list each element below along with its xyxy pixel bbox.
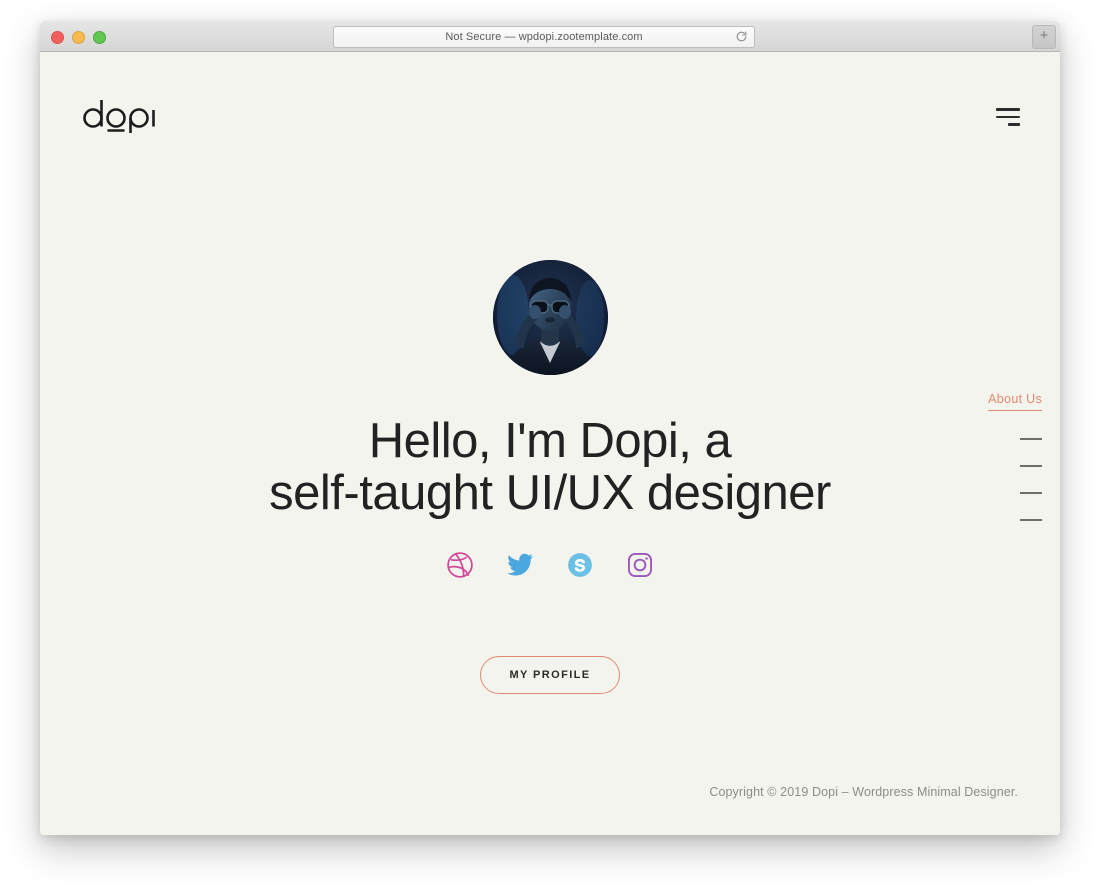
hero-section: Hello, I'm Dopi, a self-taught UI/UX des… <box>40 52 1060 835</box>
window-controls <box>51 31 106 44</box>
reload-icon[interactable] <box>735 30 748 43</box>
section-nav-dash[interactable] <box>1020 492 1042 494</box>
browser-titlebar: Not Secure — wpdopi.zootemplate.com + <box>40 21 1060 52</box>
minimize-window-button[interactable] <box>72 31 85 44</box>
browser-window: Not Secure — wpdopi.zootemplate.com + He… <box>40 21 1060 835</box>
cta-wrapper: MY PROFILE <box>40 656 1060 694</box>
section-nav-dash[interactable] <box>1020 519 1042 521</box>
section-nav-dash[interactable] <box>1020 438 1042 440</box>
social-link-instagram[interactable] <box>623 548 657 582</box>
social-link-skype[interactable] <box>563 548 597 582</box>
address-bar[interactable]: Not Secure — wpdopi.zootemplate.com <box>333 26 755 48</box>
avatar <box>493 260 608 375</box>
section-nav-active-label[interactable]: About Us <box>988 392 1042 411</box>
address-bar-text: Not Secure — wpdopi.zootemplate.com <box>445 31 643 43</box>
page-title-line-2: self-taught UI/UX designer <box>269 465 831 520</box>
new-tab-button[interactable]: + <box>1032 25 1056 49</box>
close-window-button[interactable] <box>51 31 64 44</box>
social-link-dribbble[interactable] <box>443 548 477 582</box>
page-title-line-1: Hello, I'm Dopi, a <box>368 413 732 468</box>
social-link-twitter[interactable] <box>503 548 537 582</box>
web-page: Hello, I'm Dopi, a self-taught UI/UX des… <box>40 52 1060 835</box>
section-nav-dash[interactable] <box>1020 465 1042 467</box>
social-links <box>40 548 1060 582</box>
maximize-window-button[interactable] <box>93 31 106 44</box>
my-profile-button[interactable]: MY PROFILE <box>480 656 620 694</box>
page-title: Hello, I'm Dopi, a self-taught UI/UX des… <box>40 415 1060 519</box>
section-navigation: About Us <box>988 392 1042 521</box>
screenshot-stage: Not Secure — wpdopi.zootemplate.com + He… <box>0 0 1100 894</box>
footer-copyright: Copyright © 2019 Dopi – Wordpress Minima… <box>709 785 1018 799</box>
